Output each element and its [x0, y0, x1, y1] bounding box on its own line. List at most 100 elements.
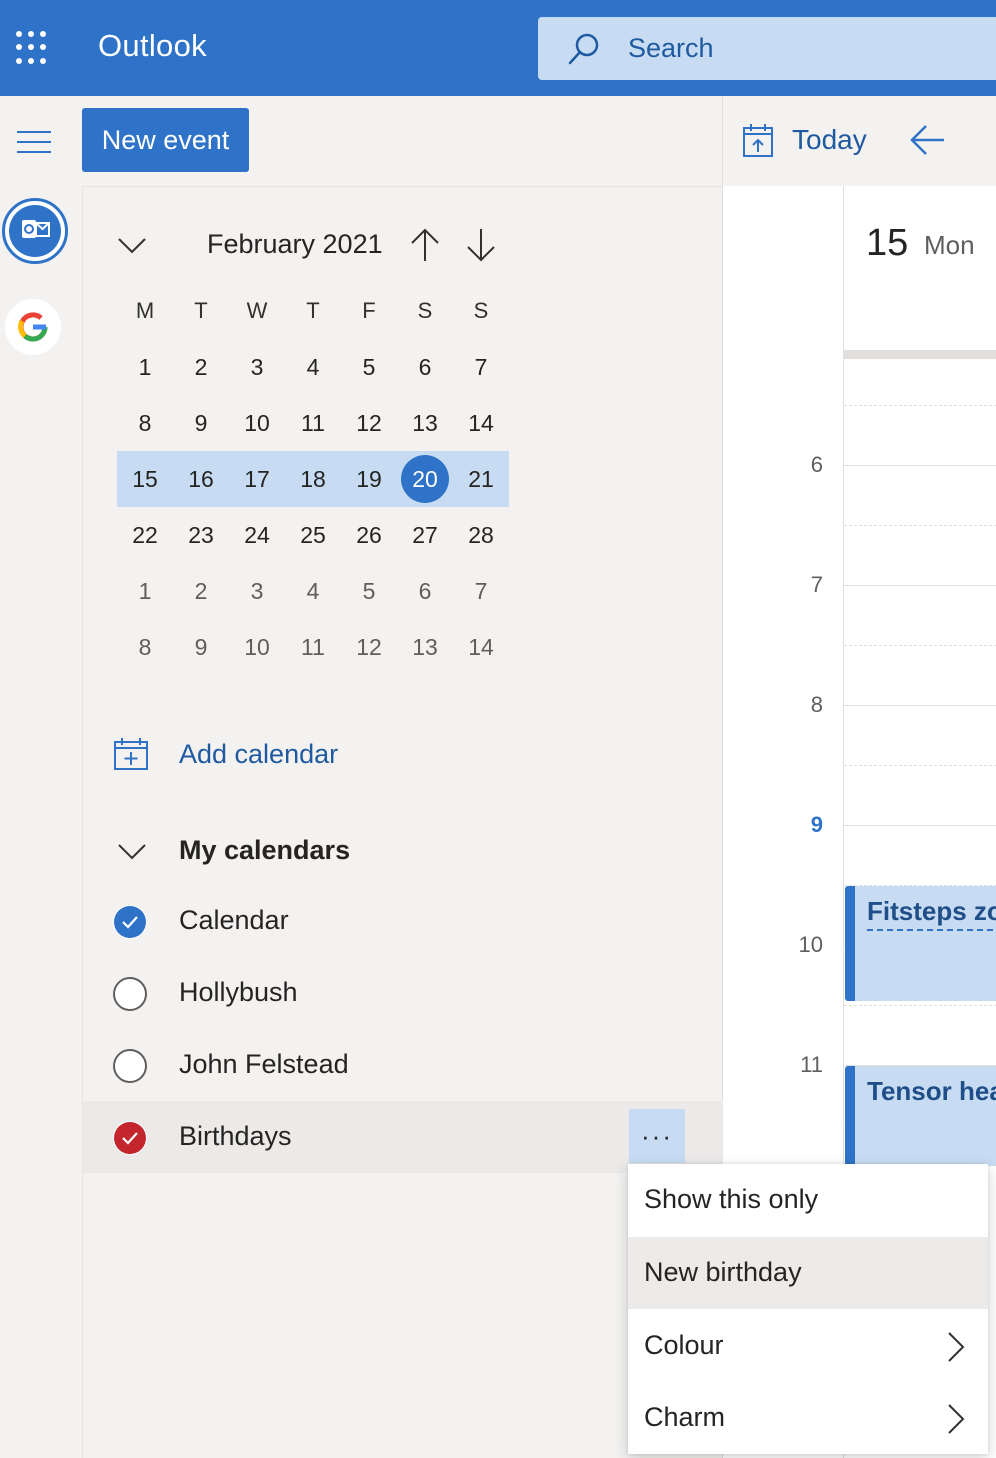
day-cell[interactable]: 5 — [341, 339, 397, 395]
day-cell[interactable]: 7 — [453, 339, 509, 395]
mini-calendar: M T W T F S S 1 2 3 4 5 6 7 8 9 10 11 12… — [117, 283, 509, 675]
menu-item-label: Charm — [644, 1402, 726, 1432]
all-day-divider — [844, 350, 996, 359]
more-options-button[interactable]: ··· — [629, 1109, 685, 1163]
calendar-event[interactable]: Fitsteps zo — [845, 886, 996, 1001]
day-cell[interactable]: 6 — [397, 339, 453, 395]
day-cell[interactable]: 27 — [397, 507, 453, 563]
search-input[interactable]: Search — [628, 33, 714, 64]
search-box[interactable]: Search — [538, 17, 996, 80]
arrow-down-icon[interactable] — [465, 227, 497, 263]
month-label[interactable]: February 2021 — [207, 229, 383, 260]
current-hour-label: 9 — [810, 812, 823, 837]
hour-line — [844, 465, 996, 466]
day-cell[interactable]: 16 — [173, 451, 229, 507]
menu-item-label: New birthday — [644, 1257, 802, 1287]
calendar-item-label: Calendar — [179, 905, 289, 935]
day-cell[interactable]: 15 — [117, 451, 173, 507]
day-cell[interactable]: 12 — [341, 395, 397, 451]
hour-label: 10 — [798, 932, 823, 957]
hour-label: 8 — [810, 692, 823, 717]
day-cell[interactable]: 2 — [173, 563, 229, 619]
day-cell[interactable]: 11 — [285, 395, 341, 451]
menu-item-show-this-only[interactable]: Show this only — [628, 1164, 988, 1236]
unchecked-circle-icon[interactable] — [113, 1049, 147, 1083]
day-name: Mon — [924, 230, 975, 260]
day-cell[interactable]: 8 — [117, 395, 173, 451]
day-cell[interactable]: 21 — [453, 451, 509, 507]
day-cell[interactable]: 4 — [285, 563, 341, 619]
day-cell[interactable]: 10 — [229, 619, 285, 675]
half-hour-line — [844, 645, 996, 646]
google-account-icon[interactable] — [5, 299, 61, 355]
day-cell[interactable]: 23 — [173, 507, 229, 563]
week-row-next-month: 1 2 3 4 5 6 7 — [117, 563, 509, 619]
day-cell[interactable]: 3 — [229, 563, 285, 619]
day-cell[interactable]: 5 — [341, 563, 397, 619]
previous-arrow-icon[interactable] — [908, 120, 948, 160]
calendar-item-birthdays[interactable]: Birthdays ··· — [83, 1101, 723, 1173]
day-cell[interactable]: 4 — [285, 339, 341, 395]
day-cell[interactable]: 11 — [285, 619, 341, 675]
day-cell[interactable]: 7 — [453, 563, 509, 619]
hour-line — [844, 585, 996, 586]
day-cell[interactable]: 1 — [117, 563, 173, 619]
day-cell[interactable]: 18 — [285, 451, 341, 507]
menu-item-colour[interactable]: Colour — [628, 1310, 988, 1382]
checked-circle-icon[interactable] — [113, 1121, 147, 1155]
menu-item-new-birthday[interactable]: New birthday — [628, 1237, 988, 1309]
event-title: Tensor hea — [867, 1076, 996, 1106]
calendar-item-label: Hollybush — [179, 977, 298, 1007]
day-cell[interactable]: 13 — [397, 619, 453, 675]
day-cell[interactable]: 6 — [397, 563, 453, 619]
weekday-header-row: M T W T F S S — [117, 283, 509, 339]
day-cell[interactable]: 25 — [285, 507, 341, 563]
calendar-item-calendar[interactable]: Calendar — [83, 885, 723, 957]
chevron-down-icon[interactable] — [117, 233, 147, 257]
calendar-item-john-felstead[interactable]: John Felstead — [83, 1029, 723, 1101]
menu-item-charm[interactable]: Charm — [628, 1382, 988, 1454]
day-cell[interactable]: 26 — [341, 507, 397, 563]
my-calendars-group-header[interactable]: My calendars — [113, 831, 513, 871]
today-button[interactable]: Today — [742, 118, 867, 162]
half-hour-line — [844, 525, 996, 526]
day-cell[interactable]: 13 — [397, 395, 453, 451]
arrow-up-icon[interactable] — [409, 227, 441, 263]
weekday-label: M — [135, 298, 155, 323]
day-cell[interactable]: 22 — [117, 507, 173, 563]
week-row-next-month: 8 9 10 11 12 13 14 — [117, 619, 509, 675]
hamburger-menu-icon[interactable] — [17, 131, 51, 153]
app-launcher-icon[interactable] — [16, 31, 50, 65]
day-cell[interactable]: 9 — [173, 619, 229, 675]
day-cell[interactable]: 2 — [173, 339, 229, 395]
add-calendar-button[interactable]: Add calendar — [113, 735, 513, 775]
calendar-event[interactable]: Tensor hea — [845, 1066, 996, 1166]
calendar-item-hollybush[interactable]: Hollybush — [83, 957, 723, 1029]
checked-circle-icon[interactable] — [113, 905, 147, 939]
day-cell[interactable]: 1 — [117, 339, 173, 395]
outlook-account-icon[interactable] — [2, 198, 68, 264]
day-cell[interactable]: 8 — [117, 619, 173, 675]
day-cell[interactable]: 14 — [453, 395, 509, 451]
new-event-button[interactable]: New event — [82, 108, 249, 172]
day-cell[interactable]: 12 — [341, 619, 397, 675]
week-row: 22 23 24 25 26 27 28 — [117, 507, 509, 563]
day-cell[interactable]: 24 — [229, 507, 285, 563]
day-cell[interactable]: 17 — [229, 451, 285, 507]
day-cell[interactable]: 28 — [453, 507, 509, 563]
half-hour-line — [844, 765, 996, 766]
weekday-label: W — [246, 298, 268, 323]
day-cell[interactable]: 3 — [229, 339, 285, 395]
app-title[interactable]: Outlook — [98, 28, 207, 64]
unchecked-circle-icon[interactable] — [113, 977, 147, 1011]
day-header[interactable]: 15 Mon — [844, 186, 996, 350]
day-cell[interactable]: 14 — [453, 619, 509, 675]
today-day-cell[interactable]: 20 — [397, 451, 453, 507]
chevron-right-icon — [948, 1404, 965, 1434]
day-cell[interactable]: 19 — [341, 451, 397, 507]
search-icon — [568, 33, 599, 65]
day-cell[interactable]: 10 — [229, 395, 285, 451]
my-calendars-label: My calendars — [179, 835, 351, 865]
day-cell[interactable]: 9 — [173, 395, 229, 451]
hour-line — [844, 705, 996, 706]
